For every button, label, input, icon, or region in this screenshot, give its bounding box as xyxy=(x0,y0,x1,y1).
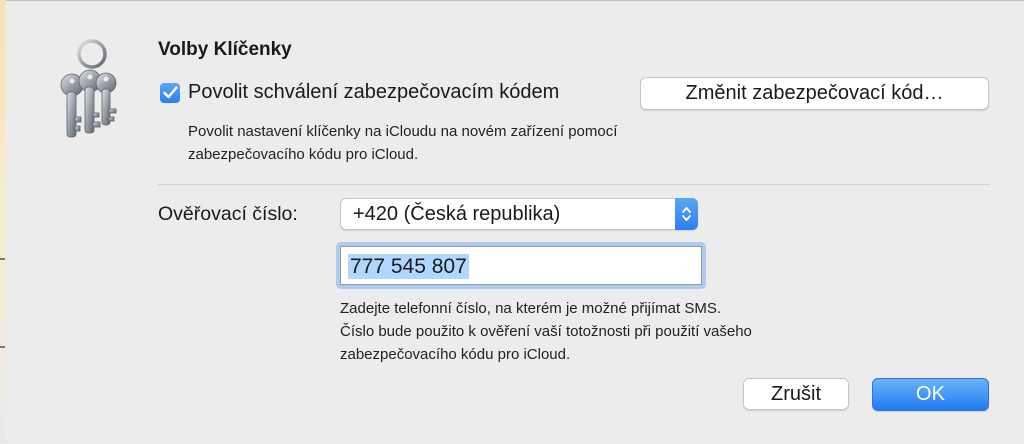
approve-with-code-row[interactable]: Povolit schválení zabezpečovacím kódem xyxy=(160,81,559,104)
phone-number-field[interactable]: 777 545 807 xyxy=(340,246,702,285)
phone-description-line: zabezpečovacího kódu pro iCloud. xyxy=(340,346,571,363)
background-text-fragment xyxy=(0,346,5,348)
approve-description: Povolit nastavení klíčenky na iCloudu na… xyxy=(188,120,748,166)
phone-number-value[interactable]: 777 545 807 xyxy=(348,254,469,279)
cancel-button[interactable]: Zrušit xyxy=(743,378,849,410)
checkmark-icon xyxy=(162,86,178,99)
approve-description-line: zabezpečovacího kódu pro iCloud. xyxy=(188,146,419,163)
dialog-title: Volby Klíčenky xyxy=(158,39,292,60)
select-arrows-icon[interactable] xyxy=(675,198,698,230)
phone-field-focus-ring: 777 545 807 xyxy=(336,242,706,289)
country-code-select[interactable]: +420 (Česká republika) xyxy=(340,198,698,230)
phone-description-line: Číslo bude použito k ověření vaší totožn… xyxy=(340,323,752,340)
change-security-code-button[interactable]: Změnit zabezpečovací kód… xyxy=(640,77,989,110)
keychain-options-dialog: Volby Klíčenky Povolit schválení zabezpe… xyxy=(6,0,1024,444)
approve-with-code-checkbox[interactable] xyxy=(160,82,180,103)
approve-description-line: Povolit nastavení klíčenky na iCloudu na… xyxy=(188,123,618,140)
background-text-fragment xyxy=(0,258,5,260)
approve-with-code-label[interactable]: Povolit schválení zabezpečovacím kódem xyxy=(188,81,559,104)
phone-description-line: Zadejte telefonní číslo, na kterém je mo… xyxy=(340,300,721,317)
keys-icon xyxy=(60,39,117,138)
phone-description: Zadejte telefonní číslo, na kterém je mo… xyxy=(340,297,900,366)
country-code-value: +420 (Česká republika) xyxy=(353,203,561,225)
section-divider xyxy=(158,184,990,185)
ok-button[interactable]: OK xyxy=(872,378,989,411)
verification-number-label: Ověřovací číslo: xyxy=(158,203,298,225)
